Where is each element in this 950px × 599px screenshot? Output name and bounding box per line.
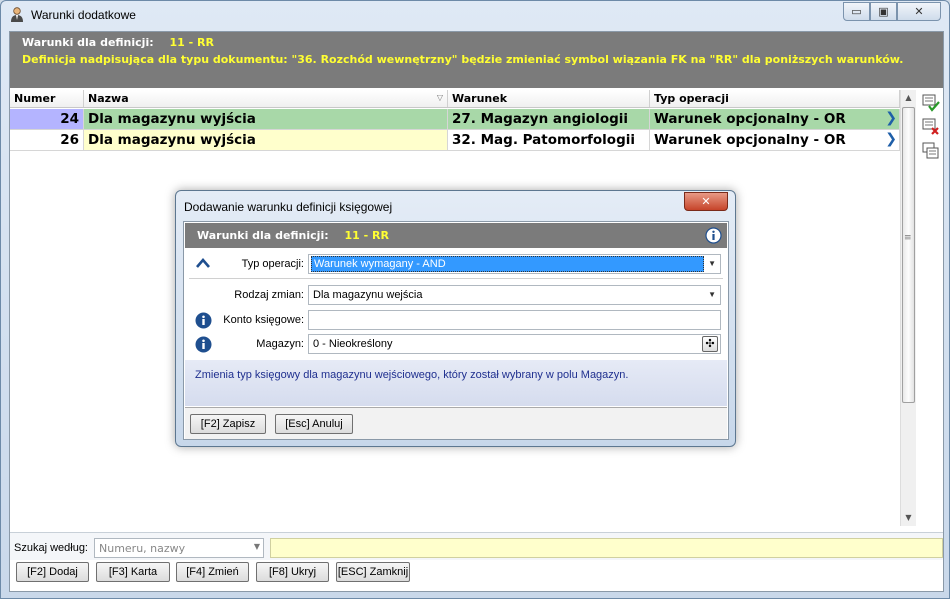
konto-ksiegowe-row: Konto księgowe: bbox=[184, 309, 728, 331]
dialog-close-button[interactable]: ✕ bbox=[684, 192, 728, 211]
cell-nazwa: Dla magazynu wyjścia bbox=[84, 130, 448, 151]
info-icon[interactable] bbox=[195, 312, 212, 329]
cell-warunek: 32. Mag. Patomorfologii bbox=[448, 130, 650, 151]
separator bbox=[189, 278, 723, 279]
rodzaj-zmian-value: Dla magazynu wejścia bbox=[313, 289, 423, 301]
rodzaj-zmian-row: Rodzaj zmian: Dla magazynu wejścia ▼ bbox=[184, 284, 728, 306]
scroll-down-icon[interactable]: ▼ bbox=[901, 510, 916, 526]
grid-header: Numer Nazwa ▽ Warunek Typ operacji bbox=[10, 90, 900, 108]
info-icon[interactable] bbox=[705, 227, 722, 244]
typ-operacji-row: Typ operacji: Warunek wymagany - AND ▼ bbox=[184, 253, 728, 275]
close-window-button[interactable]: [ESC] Zamknij bbox=[336, 562, 410, 582]
hide-button[interactable]: [F8] Ukryj bbox=[256, 562, 329, 582]
delete-list-icon bbox=[922, 118, 939, 135]
add-button[interactable]: [F2] Dodaj bbox=[16, 562, 89, 582]
info-icon[interactable] bbox=[195, 336, 212, 353]
cell-nazwa: Dla magazynu wyjścia bbox=[84, 109, 448, 130]
cell-numer: 26 bbox=[10, 130, 84, 151]
cell-warunek: 27. Magazyn angiologii bbox=[448, 109, 650, 130]
konto-ksiegowe-label: Konto księgowe: bbox=[223, 314, 304, 326]
search-bar: Szukaj według: Numeru, nazwy ▼ bbox=[10, 532, 943, 560]
typ-operacji-label: Typ operacji: bbox=[241, 258, 304, 270]
column-header-warunek[interactable]: Warunek bbox=[448, 90, 650, 107]
search-label: Szukaj według: bbox=[14, 542, 88, 554]
dialog-body: Warunki dla definicji: 11 - RR Typ opera… bbox=[183, 221, 729, 440]
typ-operacji-select[interactable]: Warunek wymagany - AND ▼ bbox=[308, 254, 721, 274]
plus-icon[interactable]: ✣ bbox=[702, 336, 718, 352]
search-field-placeholder: Numeru, nazwy bbox=[99, 542, 186, 555]
bottom-button-bar: [F2] Dodaj [F3] Karta [F4] Zmień [F8] Uk… bbox=[10, 562, 943, 592]
dialog-definition-value: 11 - RR bbox=[344, 229, 389, 242]
search-field-select[interactable]: Numeru, nazwy ▼ bbox=[94, 538, 264, 558]
definition-value: 11 - RR bbox=[169, 36, 214, 49]
rodzaj-zmian-select[interactable]: Dla magazynu wejścia ▼ bbox=[308, 285, 721, 305]
scrollbar-thumb[interactable] bbox=[902, 107, 915, 403]
dialog-definition-header: Warunki dla definicji: 11 - RR bbox=[185, 223, 727, 248]
right-toolbar bbox=[918, 90, 944, 190]
magazyn-row: Magazyn: 0 - Nieokreślony ✣ bbox=[184, 333, 728, 355]
window-controls: ▭ ▣ ✕ bbox=[843, 2, 941, 21]
table-row[interactable]: 26 Dla magazynu wyjścia 32. Mag. Patomor… bbox=[10, 130, 900, 151]
delete-button[interactable] bbox=[920, 116, 942, 138]
search-input[interactable] bbox=[270, 538, 943, 558]
chevron-down-icon: ▼ bbox=[708, 259, 716, 268]
definition-info-band: Warunki dla definicji: 11 - RR Definicja… bbox=[10, 32, 943, 88]
magazyn-input[interactable]: 0 - Nieokreślony ✣ bbox=[308, 334, 721, 354]
magazyn-label: Magazyn: bbox=[256, 338, 304, 350]
column-header-nazwa-label: Nazwa bbox=[88, 92, 129, 105]
chevron-down-icon: ▼ bbox=[708, 290, 716, 299]
dialog-title: Dodawanie warunku definicji księgowej bbox=[184, 200, 393, 214]
chevron-up-icon[interactable] bbox=[195, 256, 211, 272]
copy-button[interactable] bbox=[920, 140, 942, 162]
checkmark-list-icon bbox=[922, 94, 940, 112]
minimize-button[interactable]: ▭ bbox=[843, 2, 870, 21]
window-title: Warunki dodatkowe bbox=[31, 8, 136, 22]
cell-typ-operacji-text: Warunek opcjonalny - OR bbox=[654, 111, 846, 127]
accept-button[interactable] bbox=[920, 92, 942, 114]
close-button[interactable]: ✕ bbox=[897, 2, 941, 21]
column-header-numer[interactable]: Numer bbox=[10, 90, 84, 107]
chevron-down-icon[interactable]: ❯ bbox=[885, 110, 897, 126]
definition-label: Warunki dla definicji: bbox=[22, 36, 154, 49]
cell-typ-operacji: Warunek opcjonalny - OR ❯ bbox=[650, 109, 900, 130]
konto-ksiegowe-input[interactable] bbox=[308, 310, 721, 330]
vertical-scrollbar[interactable]: ▲ ≡ ▼ bbox=[900, 90, 916, 526]
dialog-footer: [F2] Zapisz [Esc] Anuluj bbox=[185, 407, 727, 439]
column-header-nazwa[interactable]: Nazwa ▽ bbox=[84, 90, 448, 107]
column-header-typ-operacji[interactable]: Typ operacji bbox=[650, 90, 900, 107]
cell-typ-operacji-text: Warunek opcjonalny - OR bbox=[654, 132, 846, 148]
scroll-up-icon[interactable]: ▲ bbox=[901, 90, 916, 106]
table-row[interactable]: 24 Dla magazynu wyjścia 27. Magazyn angi… bbox=[10, 109, 900, 130]
chevron-down-icon[interactable]: ❯ bbox=[885, 131, 897, 147]
save-button[interactable]: [F2] Zapisz bbox=[190, 414, 266, 434]
copy-list-icon bbox=[922, 142, 939, 159]
chevron-down-icon: ▼ bbox=[253, 542, 260, 551]
add-condition-dialog: Dodawanie warunku definicji księgowej ✕ … bbox=[175, 190, 736, 447]
definition-message: Definicja nadpisująca dla typu dokumentu… bbox=[22, 53, 904, 66]
rodzaj-zmian-label: Rodzaj zmian: bbox=[234, 289, 304, 301]
user-icon bbox=[11, 7, 23, 22]
magazyn-value: 0 - Nieokreślony bbox=[313, 338, 393, 350]
grip-icon: ≡ bbox=[904, 233, 912, 243]
dialog-definition-label: Warunki dla definicji: bbox=[197, 229, 329, 242]
cell-numer: 24 bbox=[10, 109, 84, 130]
cancel-button[interactable]: [Esc] Anuluj bbox=[275, 414, 353, 434]
sort-icon: ▽ bbox=[436, 93, 443, 102]
title-bar[interactable]: Warunki dodatkowe ▭ ▣ ✕ bbox=[1, 1, 949, 29]
field-hint: Zmienia typ księgowy dla magazynu wejści… bbox=[185, 360, 727, 406]
change-button[interactable]: [F4] Zmień bbox=[176, 562, 249, 582]
typ-operacji-value: Warunek wymagany - AND bbox=[311, 256, 704, 272]
card-button[interactable]: [F3] Karta bbox=[96, 562, 170, 582]
cell-typ-operacji: Warunek opcjonalny - OR ❯ bbox=[650, 130, 900, 151]
maximize-button[interactable]: ▣ bbox=[870, 2, 897, 21]
definition-header: Warunki dla definicji: 11 - RR bbox=[22, 36, 931, 49]
